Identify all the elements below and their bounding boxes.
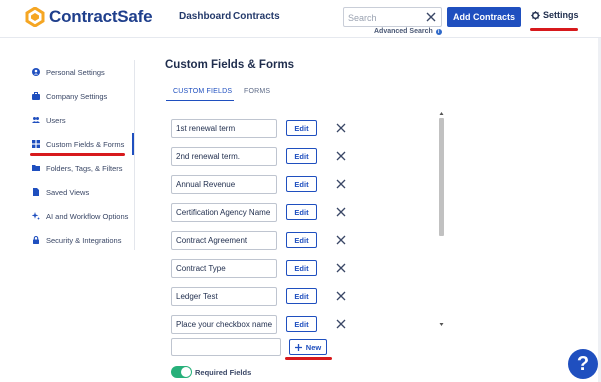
- edit-button[interactable]: Edit: [286, 316, 317, 332]
- tab-forms[interactable]: FORMS: [244, 88, 270, 95]
- edit-button[interactable]: Edit: [286, 148, 317, 164]
- close-icon[interactable]: [336, 235, 346, 245]
- annotation-underline-custom-fields: [30, 153, 125, 156]
- sidebar-item-security-integrations[interactable]: Security & Integrations: [32, 233, 121, 247]
- required-fields-label: Required Fields: [195, 368, 252, 377]
- edit-button[interactable]: Edit: [286, 260, 317, 276]
- toggle-knob: [181, 367, 191, 377]
- new-button-label: New: [305, 342, 322, 352]
- field-row: Ledger Test Edit: [171, 287, 361, 306]
- briefcase-icon: [32, 92, 40, 100]
- close-icon[interactable]: [336, 263, 346, 273]
- brand-logo[interactable]: ContractSafe: [25, 7, 153, 27]
- close-icon[interactable]: [336, 319, 346, 329]
- sidebar-item-label: Security & Integrations: [46, 235, 122, 245]
- gear-icon: [531, 10, 540, 20]
- nav-dashboard[interactable]: Dashboard: [179, 11, 231, 22]
- sidebar-divider: [134, 60, 135, 250]
- sidebar-item-saved-views[interactable]: Saved Views: [32, 185, 89, 199]
- sidebar-item-label: Custom Fields & Forms: [46, 139, 125, 149]
- sidebar-item-label: Company Settings: [46, 91, 108, 101]
- sidebar-item-personal-settings[interactable]: Personal Settings: [32, 65, 105, 79]
- grid-icon: [32, 140, 40, 148]
- edit-button[interactable]: Edit: [286, 176, 317, 192]
- field-row: 1st renewal term Edit: [171, 119, 361, 138]
- edit-button[interactable]: Edit: [286, 120, 317, 136]
- settings-label: Settings: [543, 10, 579, 20]
- top-header: ContractSafe Dashboard Contracts Advance…: [0, 0, 601, 38]
- search-input[interactable]: [348, 10, 426, 25]
- field-name-input[interactable]: Contract Agreement: [171, 231, 277, 250]
- nav-contracts[interactable]: Contracts: [233, 11, 280, 22]
- advanced-search-label: Advanced Search: [374, 28, 433, 35]
- edit-button[interactable]: Edit: [286, 204, 317, 220]
- close-icon[interactable]: [336, 179, 346, 189]
- close-icon[interactable]: [336, 207, 346, 217]
- field-row: Annual Revenue Edit: [171, 175, 361, 194]
- field-row: 2nd renewal term. Edit: [171, 147, 361, 166]
- info-icon: i: [435, 28, 442, 35]
- field-row: Certification Agency Name Edit: [171, 203, 361, 222]
- close-icon[interactable]: [336, 151, 346, 161]
- close-icon[interactable]: [336, 291, 346, 301]
- help-button[interactable]: ?: [568, 349, 598, 379]
- sidebar-item-custom-fields-forms[interactable]: Custom Fields & Forms: [32, 137, 124, 151]
- add-contracts-button[interactable]: Add Contracts: [447, 7, 521, 27]
- folder-icon: [32, 165, 40, 171]
- active-tab-indicator: [166, 100, 234, 101]
- sidebar-item-company-settings[interactable]: Company Settings: [32, 89, 107, 103]
- annotation-underline-new: [285, 357, 332, 360]
- sidebar-item-label: AI and Workflow Options: [46, 211, 129, 221]
- sidebar-item-label: Folders, Tags, & Filters: [46, 163, 123, 173]
- edit-button[interactable]: Edit: [286, 232, 317, 248]
- settings-link[interactable]: Settings: [531, 10, 579, 20]
- field-row: Contract Agreement Edit: [171, 231, 361, 250]
- add-field-button[interactable]: New: [289, 339, 327, 355]
- sidebar-item-label: Personal Settings: [46, 67, 105, 77]
- search-box[interactable]: [343, 7, 442, 27]
- users-icon: [32, 117, 40, 123]
- field-name-input[interactable]: 2nd renewal term.: [171, 147, 277, 166]
- field-row: Place your checkbox name Edit: [171, 315, 361, 334]
- help-icon: ?: [576, 352, 590, 375]
- edit-button[interactable]: Edit: [286, 288, 317, 304]
- lock-icon: [33, 236, 39, 244]
- sidebar-item-folders-tags-filters[interactable]: Folders, Tags, & Filters: [32, 161, 123, 175]
- tab-custom-fields[interactable]: CUSTOM FIELDS: [173, 88, 232, 95]
- scrollbar-thumb[interactable]: [439, 118, 444, 236]
- sidebar-item-label: Users: [46, 115, 66, 125]
- page-title: Custom Fields & Forms: [165, 59, 295, 71]
- logo-icon: [25, 7, 45, 27]
- sparkle-icon: [32, 212, 40, 220]
- field-name-input[interactable]: Place your checkbox name: [171, 315, 277, 334]
- brand-name: ContractSafe: [49, 7, 153, 26]
- close-icon[interactable]: [336, 123, 346, 133]
- field-name-input[interactable]: Contract Type: [171, 259, 277, 278]
- field-name-input[interactable]: 1st renewal term: [171, 119, 277, 138]
- sidebar-item-users[interactable]: Users: [32, 113, 66, 127]
- sidebar-item-ai-workflow-options[interactable]: AI and Workflow Options: [32, 209, 128, 223]
- field-name-input[interactable]: Ledger Test: [171, 287, 277, 306]
- new-field-input[interactable]: [171, 338, 281, 356]
- sidebar-item-label: Saved Views: [46, 187, 90, 197]
- plus-icon: [294, 343, 302, 351]
- advanced-search-link[interactable]: Advanced Search i: [374, 28, 442, 35]
- required-fields-toggle[interactable]: [171, 366, 192, 378]
- user-circle-icon: [32, 68, 40, 76]
- annotation-underline-settings: [530, 28, 578, 31]
- field-name-input[interactable]: Certification Agency Name: [171, 203, 277, 222]
- fields-scrollbar[interactable]: [438, 110, 445, 328]
- field-name-input[interactable]: Annual Revenue: [171, 175, 277, 194]
- close-icon[interactable]: [425, 11, 437, 23]
- file-icon: [33, 188, 39, 196]
- field-row: Contract Type Edit: [171, 259, 361, 278]
